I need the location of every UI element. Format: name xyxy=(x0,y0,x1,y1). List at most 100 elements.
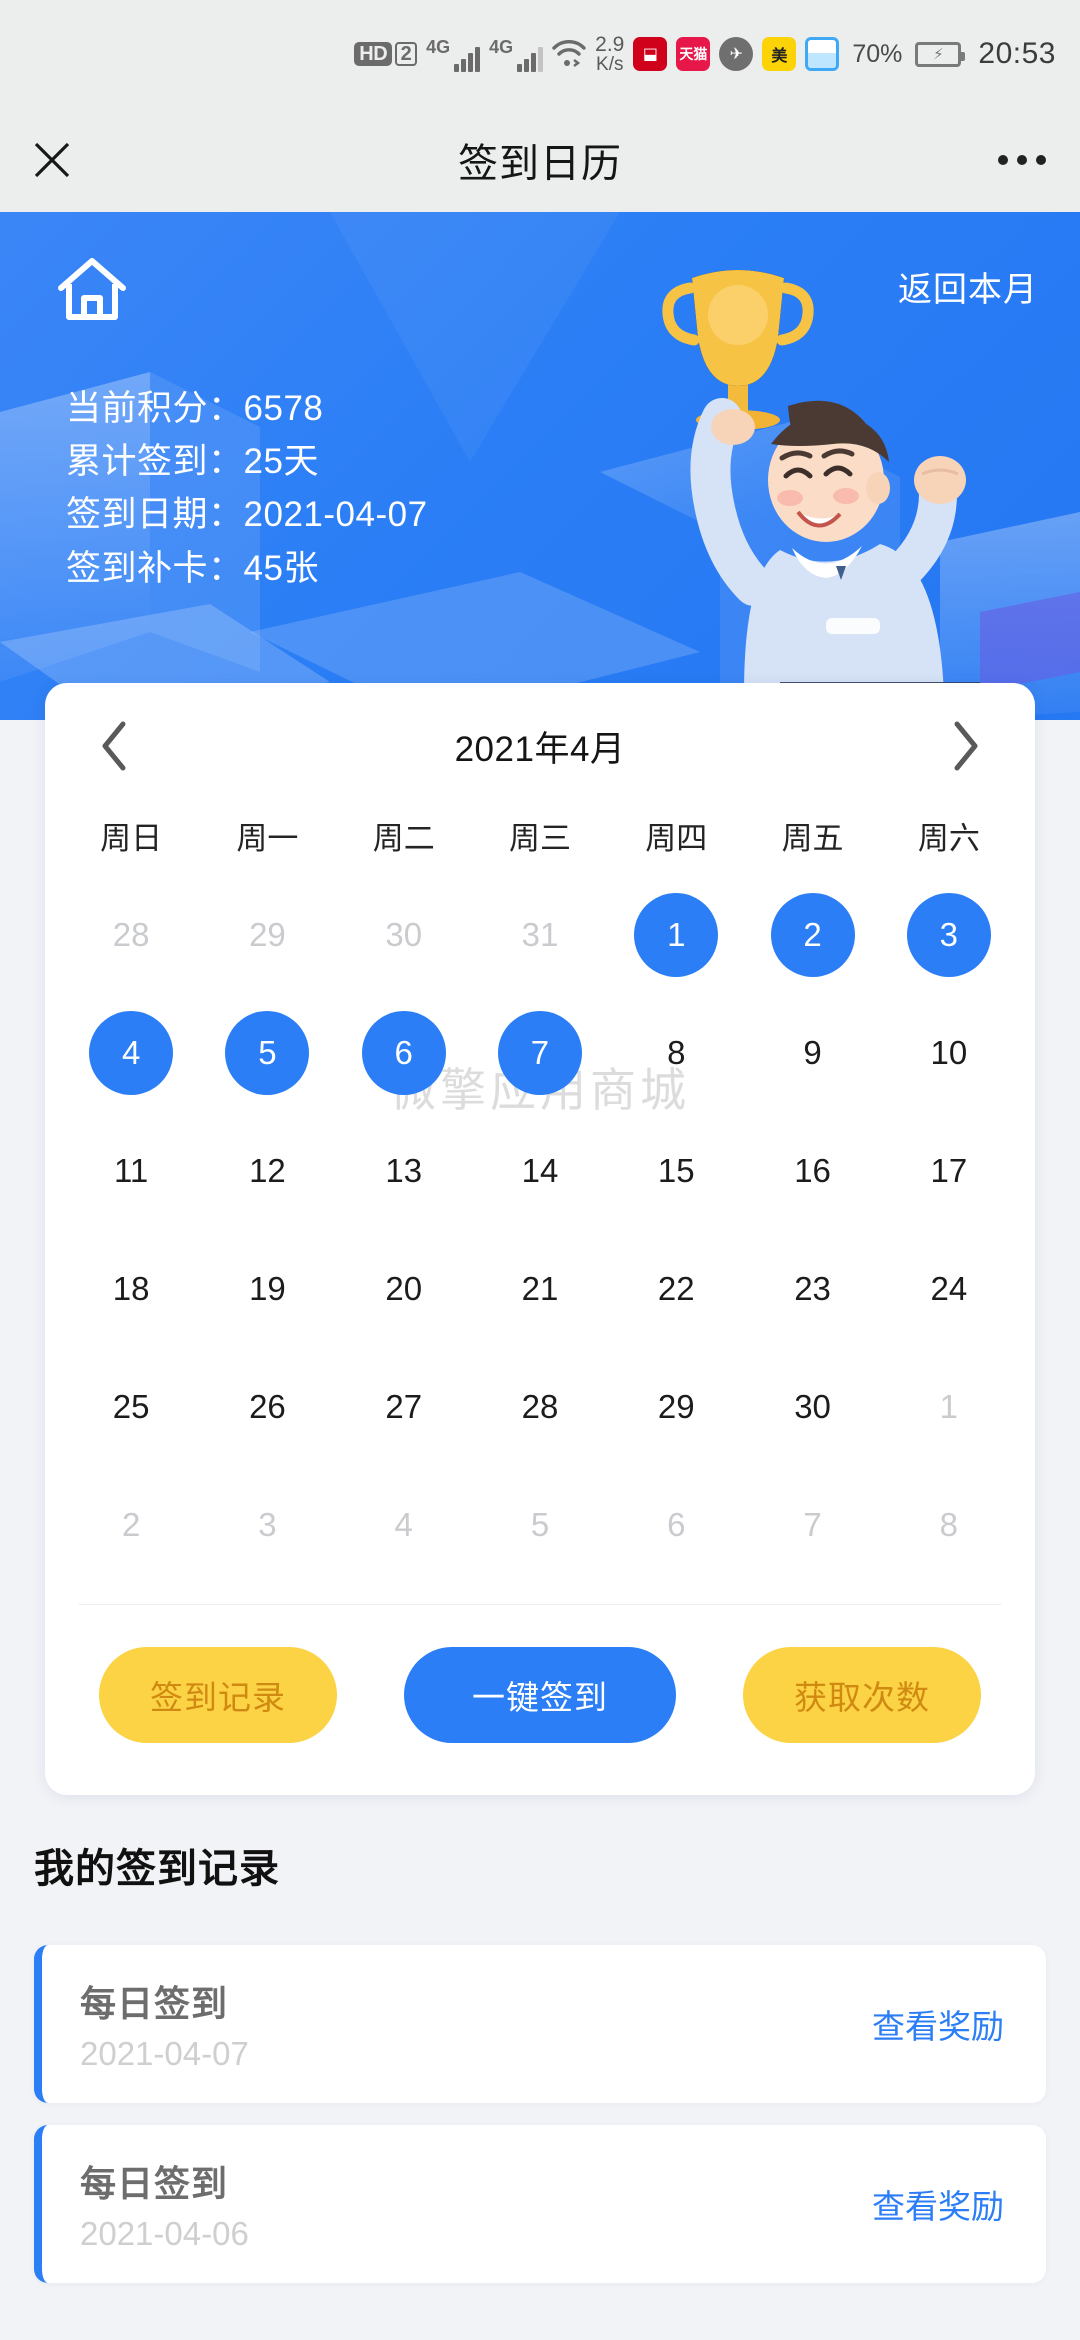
calendar-day-cell[interactable]: 3 xyxy=(881,876,1017,994)
prev-month-button[interactable] xyxy=(87,719,141,773)
calendar-day-cell[interactable]: 24 xyxy=(881,1230,1017,1348)
calendar-day-cell[interactable]: 2 xyxy=(744,876,880,994)
calendar-day-cell[interactable]: 27 xyxy=(336,1348,472,1466)
records-list: 每日签到 2021-04-07 查看奖励 每日签到 2021-04-06 查看奖励 xyxy=(34,1945,1046,2305)
calendar-day-cell[interactable]: 26 xyxy=(199,1348,335,1466)
calendar-day-cell[interactable]: 2 xyxy=(63,1466,199,1584)
calendar-day-cell[interactable]: 7 xyxy=(744,1466,880,1584)
stat-value: 2021-04-07 xyxy=(243,495,428,535)
calendar-day-cell[interactable]: 14 xyxy=(472,1112,608,1230)
calendar-day-cell[interactable]: 4 xyxy=(63,994,199,1112)
calendar-day-label: 9 xyxy=(803,1034,822,1071)
calendar-day-cell[interactable]: 6 xyxy=(336,994,472,1112)
one-click-signin-button[interactable]: 一键签到 xyxy=(404,1647,676,1743)
calendar-day-cell[interactable]: 20 xyxy=(336,1230,472,1348)
weekday-label: 周三 xyxy=(508,821,571,856)
chevron-left-icon xyxy=(102,721,126,771)
calendar-day-label: 29 xyxy=(249,916,286,953)
trophy-celebration-illustration xyxy=(662,270,980,700)
calendar-day-cell[interactable]: 9 xyxy=(744,994,880,1112)
chevron-right-icon xyxy=(954,721,978,771)
weekday-label: 周五 xyxy=(781,821,844,856)
signed-day-marker: 5 xyxy=(225,1011,310,1095)
next-month-button[interactable] xyxy=(939,719,993,773)
signed-day-marker: 1 xyxy=(634,893,719,977)
calendar-day-label: 30 xyxy=(385,916,423,953)
calendar-day-cell[interactable]: 30 xyxy=(336,876,472,994)
weekday-label: 周四 xyxy=(645,821,708,856)
calendar-day-label: 25 xyxy=(112,1388,150,1425)
view-reward-link[interactable]: 查看奖励 xyxy=(872,2000,1004,2048)
nav-bar: 签到日历 xyxy=(0,108,1080,212)
calendar-day-label: 31 xyxy=(521,916,559,953)
calendar-day-cell[interactable]: 15 xyxy=(608,1112,744,1230)
calendar-day-label: 22 xyxy=(657,1270,695,1307)
close-button[interactable] xyxy=(0,108,104,212)
signed-day-marker: 6 xyxy=(361,1011,446,1095)
calendar-day-cell[interactable]: 30 xyxy=(744,1348,880,1466)
calendar-day-cell[interactable]: 3 xyxy=(199,1466,335,1584)
calendar-day-cell[interactable]: 16 xyxy=(744,1112,880,1230)
get-times-button[interactable]: 获取次数 xyxy=(743,1647,981,1743)
calendar-day-cell[interactable]: 1 xyxy=(881,1348,1017,1466)
signed-day-marker: 4 xyxy=(89,1011,174,1095)
calendar-day-cell[interactable]: 6 xyxy=(608,1466,744,1584)
calendar-day-label: 16 xyxy=(794,1152,831,1189)
calendar-day-cell[interactable]: 29 xyxy=(199,876,335,994)
tmall-app-icon: 天猫 xyxy=(676,37,711,71)
calendar-day-cell[interactable]: 10 xyxy=(881,994,1017,1112)
calendar-day-cell[interactable]: 22 xyxy=(608,1230,744,1348)
calendar-day-label: 24 xyxy=(930,1270,968,1307)
record-name: 每日签到 xyxy=(80,2163,229,2204)
record-card[interactable]: 每日签到 2021-04-06 查看奖励 xyxy=(34,2125,1046,2283)
data-rate-indicator: 2.9 K/s xyxy=(595,34,624,74)
calendar-day-cell[interactable]: 18 xyxy=(63,1230,199,1348)
calendar-day-cell[interactable]: 28 xyxy=(472,1348,608,1466)
calendar-day-cell[interactable]: 4 xyxy=(336,1466,472,1584)
stat-label: 累计签到： xyxy=(66,442,244,482)
calendar-day-label: 29 xyxy=(657,1388,695,1425)
calendar-day-cell[interactable]: 8 xyxy=(608,994,744,1112)
calendar-day-cell[interactable]: 5 xyxy=(199,994,335,1112)
signed-day-marker: 3 xyxy=(906,893,991,977)
calendar-day-cell[interactable]: 17 xyxy=(881,1112,1017,1230)
stat-label: 签到日期： xyxy=(66,495,244,535)
calendar-day-cell[interactable]: 12 xyxy=(199,1112,335,1230)
calendar-day-cell[interactable]: 29 xyxy=(608,1348,744,1466)
mail-app-icon xyxy=(805,37,840,71)
view-reward-link[interactable]: 查看奖励 xyxy=(872,2180,1004,2228)
records-section-title: 我的签到记录 xyxy=(34,1847,280,1891)
record-info: 每日签到 2021-04-07 xyxy=(80,1975,249,2073)
weekday-label: 周日 xyxy=(100,821,163,856)
calendar-day-cell[interactable]: 13 xyxy=(336,1112,472,1230)
calendar-day-cell[interactable]: 8 xyxy=(881,1466,1017,1584)
stat-row: 签到补卡：45张 xyxy=(66,542,428,595)
calendar-day-cell[interactable]: 7 xyxy=(472,994,608,1112)
calendar-day-cell[interactable]: 28 xyxy=(63,876,199,994)
calendar-day-cell[interactable]: 23 xyxy=(744,1230,880,1348)
header-banner: 返回本月 当前积分：6578 累计签到：25天 签到日期：2021-04-07 … xyxy=(0,212,1080,720)
calendar-day-cell[interactable]: 19 xyxy=(199,1230,335,1348)
calendar-day-cell[interactable]: 11 xyxy=(63,1112,199,1230)
calendar-day-label: 2 xyxy=(121,1506,141,1543)
calendar-day-label: 26 xyxy=(249,1388,286,1425)
close-icon xyxy=(34,142,70,178)
fliggy-app-icon: ✈ xyxy=(719,37,754,71)
record-card[interactable]: 每日签到 2021-04-07 查看奖励 xyxy=(34,1945,1046,2103)
calendar-day-cell[interactable]: 25 xyxy=(63,1348,199,1466)
calendar-day-cell[interactable]: 31 xyxy=(472,876,608,994)
calendar-day-cell[interactable]: 1 xyxy=(608,876,744,994)
calendar-day-cell[interactable]: 5 xyxy=(472,1466,608,1584)
signed-day-marker: 7 xyxy=(497,1011,582,1095)
network-type-label-1: 4G xyxy=(426,36,451,57)
signin-record-button[interactable]: 签到记录 xyxy=(99,1647,337,1743)
calendar-day-label: 7 xyxy=(803,1506,822,1543)
calendar-day-cell[interactable]: 21 xyxy=(472,1230,608,1348)
home-button[interactable] xyxy=(55,254,129,329)
signed-day-marker: 2 xyxy=(770,893,855,977)
stats-block: 当前积分：6578 累计签到：25天 签到日期：2021-04-07 签到补卡：… xyxy=(66,382,428,595)
page-title: 签到日历 xyxy=(458,142,622,186)
battery-percent-label: 70% xyxy=(852,39,903,68)
calendar-day-label: 10 xyxy=(930,1034,968,1071)
more-options-button[interactable] xyxy=(998,155,1046,165)
